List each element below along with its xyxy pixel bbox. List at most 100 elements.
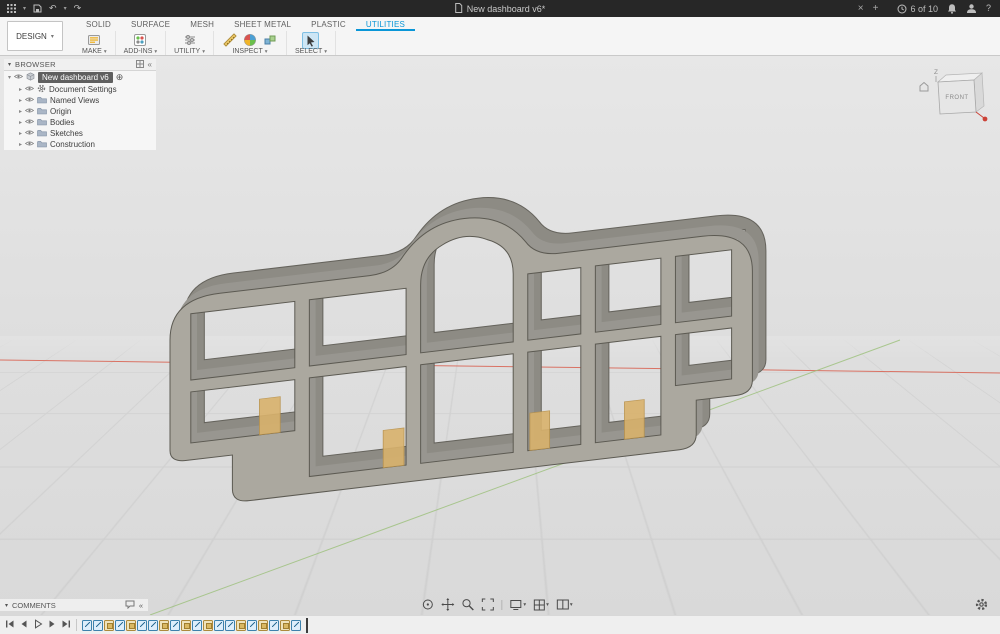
notifications-bell-icon[interactable] [947,3,957,14]
timeline-feature-icon[interactable] [170,620,180,631]
timeline-feature-icon[interactable] [115,620,125,631]
toolbar-tab[interactable]: MESH [180,17,224,31]
job-status[interactable]: 6 of 10 [897,4,938,14]
new-tab-icon[interactable]: + [873,4,879,14]
browser-item[interactable]: ▸ Document Settings [4,84,156,95]
expand-arrow-icon[interactable]: ▸ [19,97,22,104]
timeline-go-end-icon[interactable] [61,616,71,634]
expand-arrow-icon[interactable]: ▸ [19,119,22,126]
timeline-feature-icon[interactable] [148,620,158,631]
toolbar-tab[interactable]: SHEET METAL [224,17,301,31]
timeline-position-marker[interactable] [306,618,308,633]
make-menu[interactable]: MAKE ▾ [82,48,107,56]
timeline-feature-icon[interactable] [258,620,268,631]
timeline-feature-icon[interactable] [247,620,257,631]
timeline-feature-icon[interactable] [159,620,169,631]
make-3d-print-icon[interactable] [86,32,102,48]
browser-item[interactable]: ▸ Origin [4,106,156,117]
timeline-feature-icon[interactable] [126,620,136,631]
timeline-feature-icon[interactable] [192,620,202,631]
preferences-gear-icon[interactable] [975,598,988,611]
app-grid-icon[interactable] [7,4,16,13]
grid-snaps-icon[interactable]: ▾ [533,599,549,611]
timeline-feature-icon[interactable] [214,620,224,631]
browser-root-item[interactable]: ▾ New dashboard v6 ⊕ [4,71,156,84]
visibility-eye-icon[interactable] [25,96,34,105]
section-analysis-icon[interactable] [242,32,258,48]
measure-icon[interactable] [222,32,238,48]
select-cursor-icon[interactable] [302,32,319,49]
browser-collapse-icon[interactable]: ▾ [8,61,11,68]
browser-root-label[interactable]: New dashboard v6 [38,72,113,83]
display-settings-icon[interactable]: ▾ [509,599,526,611]
viewports-icon[interactable]: ▾ [556,599,573,610]
timeline-feature-icon[interactable] [93,620,103,631]
user-avatar[interactable] [966,3,977,14]
toolbar-tab[interactable]: SURFACE [121,17,180,31]
component-cube-icon [26,72,35,83]
expand-arrow-icon[interactable]: ▸ [19,86,22,93]
orbit-icon[interactable] [421,598,434,611]
visibility-eye-icon[interactable] [25,140,34,149]
root-add-icon[interactable]: ⊕ [116,72,124,83]
comments-panel[interactable]: ▾ COMMENTS « [0,599,148,611]
undo-caret-icon[interactable]: ▾ [64,6,67,12]
utility-menu[interactable]: UTILITY ▾ [174,48,205,56]
timeline-step-forward-icon[interactable] [47,616,57,634]
browser-display-icon[interactable] [136,60,144,70]
expand-arrow-icon[interactable]: ▸ [19,130,22,137]
visibility-eye-icon[interactable] [14,73,23,82]
timeline-feature-icon[interactable] [181,620,191,631]
pan-icon[interactable] [441,598,454,611]
select-menu[interactable]: SELECT ▾ [295,48,327,56]
timeline-feature-icon[interactable] [82,620,92,631]
visibility-eye-icon[interactable] [25,129,34,138]
browser-item[interactable]: ▸ Named Views [4,95,156,106]
comments-collapse-icon[interactable]: ▾ [5,602,8,609]
inspect-menu[interactable]: INSPECT ▾ [232,48,267,56]
timeline-feature-icon[interactable] [104,620,114,631]
timeline-go-start-icon[interactable] [5,616,15,634]
timeline-feature-icon[interactable] [291,620,301,631]
help-icon[interactable]: ? [986,4,991,13]
timeline-play-icon[interactable] [33,616,43,634]
visibility-eye-icon[interactable] [25,85,34,94]
expand-arrow-icon[interactable]: ▸ [19,141,22,148]
expand-arrow-icon[interactable]: ▸ [19,108,22,115]
parameters-sliders-icon[interactable] [182,32,198,48]
browser-item[interactable]: ▸ Bodies [4,117,156,128]
undo-icon[interactable]: ↶ [49,4,57,13]
toolbar-tab[interactable]: UTILITIES [356,17,415,31]
comment-bubble-icon[interactable] [125,600,135,611]
toolbar-tab[interactable]: SOLID [76,17,121,31]
expand-arrow-icon[interactable]: ▾ [8,74,11,81]
timeline-bar [0,615,1000,634]
panel-collapse-icon[interactable]: « [148,60,152,69]
redo-icon[interactable]: ↷ [74,4,82,13]
close-tab-icon[interactable]: × [858,4,864,14]
timeline-feature-icon[interactable] [225,620,235,631]
comments-hide-icon[interactable]: « [139,601,143,610]
zoom-icon[interactable] [461,598,474,611]
addins-label: ADD-INS [124,48,153,55]
workspace-design-button[interactable]: DESIGN ▾ [7,21,63,51]
visibility-eye-icon[interactable] [25,118,34,127]
addins-menu[interactable]: ADD-INS ▾ [124,48,158,56]
timeline-step-back-icon[interactable] [19,616,29,634]
toolbar-tab[interactable]: PLASTIC [301,17,356,31]
visibility-eye-icon[interactable] [25,107,34,116]
view-cube[interactable]: Z FRONT [918,62,990,126]
file-menu-caret-icon[interactable]: ▾ [23,6,26,12]
browser-item[interactable]: ▸ Construction [4,139,156,150]
scripts-addins-icon[interactable] [132,32,148,48]
timeline-feature-icon[interactable] [280,620,290,631]
timeline-feature-icon[interactable] [269,620,279,631]
interference-blocks-icon[interactable] [262,32,278,48]
timeline-feature-icon[interactable] [137,620,147,631]
fit-icon[interactable] [481,598,494,611]
viewport-canvas[interactable]: ▾ BROWSER « ▾ New dashboard v6 ⊕ [0,56,1000,615]
browser-item[interactable]: ▸ Sketches [4,128,156,139]
timeline-feature-icon[interactable] [203,620,213,631]
timeline-feature-icon[interactable] [236,620,246,631]
save-icon[interactable] [33,4,42,13]
